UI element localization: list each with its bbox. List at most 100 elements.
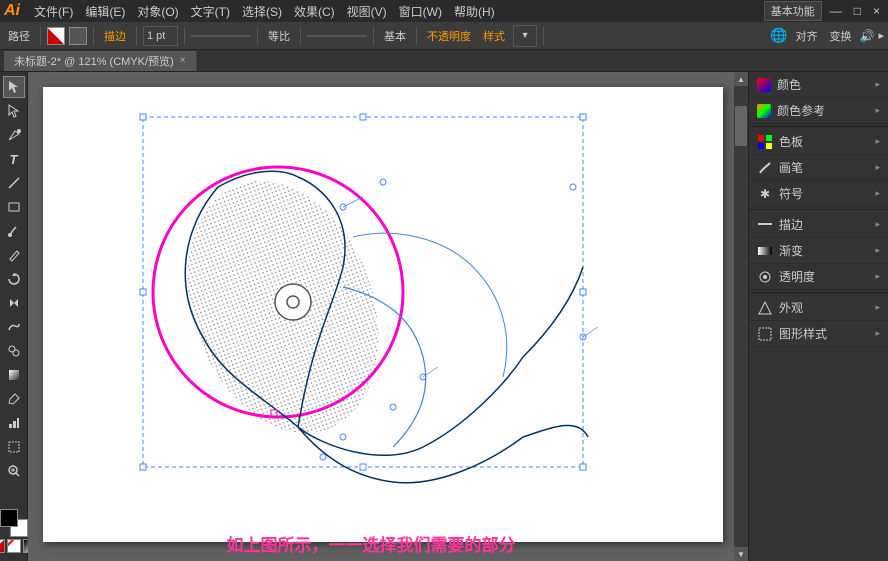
- workspace-selector[interactable]: 基本功能: [764, 1, 822, 21]
- handle-8[interactable]: [320, 454, 326, 460]
- zoom-tool[interactable]: [3, 460, 25, 482]
- brushes-expand[interactable]: ▸: [875, 162, 880, 173]
- fill-square-btn[interactable]: [69, 27, 87, 45]
- stroke-expand[interactable]: ▸: [875, 219, 880, 230]
- symbols-expand[interactable]: ▸: [875, 188, 880, 199]
- pen-tool[interactable]: [3, 124, 25, 146]
- window-close[interactable]: ×: [869, 4, 884, 18]
- graphic-styles-icon: [757, 326, 773, 342]
- pencil-tool[interactable]: [3, 244, 25, 266]
- panel-gradient[interactable]: 渐变 ▸: [749, 238, 888, 264]
- anchor-bm[interactable]: [360, 464, 366, 470]
- artboard-tool[interactable]: [3, 436, 25, 458]
- vertical-scrollbar[interactable]: ▲ ▼: [734, 72, 748, 561]
- panel-transparency[interactable]: 透明度 ▸: [749, 264, 888, 290]
- gradient-tool[interactable]: [3, 364, 25, 386]
- panel-appearance[interactable]: 外观 ▸: [749, 295, 888, 321]
- tab-close[interactable]: ×: [180, 55, 186, 66]
- type-tool[interactable]: T: [3, 148, 25, 170]
- stroke-width-input[interactable]: [143, 26, 178, 46]
- handle-2[interactable]: [380, 179, 386, 185]
- anchor-ml[interactable]: [140, 289, 146, 295]
- anchor-tl[interactable]: [140, 114, 146, 120]
- gradient-label-panel: 渐变: [779, 242, 803, 259]
- menu-file[interactable]: 文件(F): [28, 3, 79, 20]
- menu-object[interactable]: 对象(O): [131, 3, 184, 20]
- anchor-tm[interactable]: [360, 114, 366, 120]
- fill-swatch[interactable]: [0, 509, 18, 527]
- anchor-tr[interactable]: [580, 114, 586, 120]
- window-minimize[interactable]: —: [826, 4, 846, 18]
- rotate-tool[interactable]: [3, 268, 25, 290]
- handle-6[interactable]: [390, 404, 396, 410]
- color-expand[interactable]: ▸: [875, 79, 880, 90]
- panel-stroke[interactable]: 描边 ▸: [749, 212, 888, 238]
- selection-tool[interactable]: [3, 76, 25, 98]
- main-area: T: [0, 72, 888, 561]
- appearance-expand[interactable]: ▸: [875, 302, 880, 313]
- ratio-line-preview: [307, 35, 367, 37]
- align-label[interactable]: 对齐: [792, 28, 822, 44]
- handle-7[interactable]: [340, 434, 346, 440]
- color-guide-expand[interactable]: ▸: [875, 105, 880, 116]
- shape-builder-tool[interactable]: [3, 340, 25, 362]
- toolbar-separator-4: [184, 27, 185, 45]
- opacity-label[interactable]: 不透明度: [423, 28, 475, 44]
- color-swatch-area: ↕: [0, 509, 28, 537]
- rectangle-tool[interactable]: [3, 196, 25, 218]
- scroll-up-btn[interactable]: ▲: [734, 72, 748, 86]
- sound-icon[interactable]: 🔊: [860, 29, 875, 43]
- stroke-color-btn[interactable]: [47, 27, 65, 45]
- document-tab[interactable]: 未标题-2* @ 121% (CMYK/预览) ×: [4, 51, 197, 71]
- direct-selection-tool[interactable]: [3, 100, 25, 122]
- scroll-down-btn[interactable]: ▼: [734, 547, 748, 561]
- stroke-label[interactable]: 描边: [100, 28, 130, 44]
- menu-text[interactable]: 文字(T): [185, 3, 236, 20]
- gradient-expand[interactable]: ▸: [875, 245, 880, 256]
- menu-select[interactable]: 选择(S): [236, 3, 288, 20]
- style-label[interactable]: 样式: [479, 28, 509, 44]
- panel-color[interactable]: 颜色 ▸: [749, 72, 888, 98]
- none-mode-btn[interactable]: [7, 539, 21, 553]
- toolbar-expand[interactable]: ▸: [878, 29, 884, 42]
- color-guide-label: 颜色参考: [777, 102, 825, 119]
- brushes-label: 画笔: [779, 159, 803, 176]
- transparency-expand[interactable]: ▸: [875, 271, 880, 282]
- panel-swatches[interactable]: 色板 ▸: [749, 129, 888, 155]
- menu-window[interactable]: 窗口(W): [393, 3, 448, 20]
- warp-tool[interactable]: [3, 316, 25, 338]
- menu-view[interactable]: 视图(V): [341, 3, 393, 20]
- handle-3[interactable]: [570, 184, 576, 190]
- menu-help[interactable]: 帮助(H): [448, 3, 501, 20]
- eyedropper-tool[interactable]: [3, 388, 25, 410]
- scroll-track[interactable]: [734, 86, 748, 547]
- line-tool[interactable]: [3, 172, 25, 194]
- transform-label[interactable]: 变换: [826, 28, 856, 44]
- panel-graphic-styles[interactable]: 图形样式 ▸: [749, 321, 888, 347]
- fill-mode-btn[interactable]: [0, 539, 5, 553]
- reflect-tool[interactable]: [3, 292, 25, 314]
- anchor-br[interactable]: [580, 464, 586, 470]
- menu-right: 基本功能 — □ ×: [764, 1, 884, 21]
- panel-brushes[interactable]: 画笔 ▸: [749, 155, 888, 181]
- paintbrush-tool[interactable]: [3, 220, 25, 242]
- canvas-area[interactable]: 如上图所示，一一选择我们需要的部分: [28, 72, 734, 561]
- symbols-label: 符号: [779, 185, 803, 202]
- scroll-thumb[interactable]: [735, 106, 747, 146]
- bar-chart-tool[interactable]: [3, 412, 25, 434]
- left-toolbar: T: [0, 72, 28, 561]
- toolbar-separator-2: [93, 27, 94, 45]
- menu-effect[interactable]: 效果(C): [288, 3, 341, 20]
- graphic-styles-label: 图形样式: [779, 325, 827, 342]
- color-label: 颜色: [777, 76, 801, 93]
- panel-color-guide[interactable]: 颜色参考 ▸: [749, 98, 888, 124]
- panel-symbols[interactable]: ✱ 符号 ▸: [749, 181, 888, 207]
- swatches-expand[interactable]: ▸: [875, 136, 880, 147]
- anchor-mr[interactable]: [580, 289, 586, 295]
- globe-icon[interactable]: 🌐: [770, 27, 787, 44]
- window-restore[interactable]: □: [850, 4, 865, 18]
- style-dropdown[interactable]: ▾: [513, 25, 537, 47]
- menu-edit[interactable]: 编辑(E): [79, 3, 131, 20]
- graphic-styles-expand[interactable]: ▸: [875, 328, 880, 339]
- anchor-bl[interactable]: [140, 464, 146, 470]
